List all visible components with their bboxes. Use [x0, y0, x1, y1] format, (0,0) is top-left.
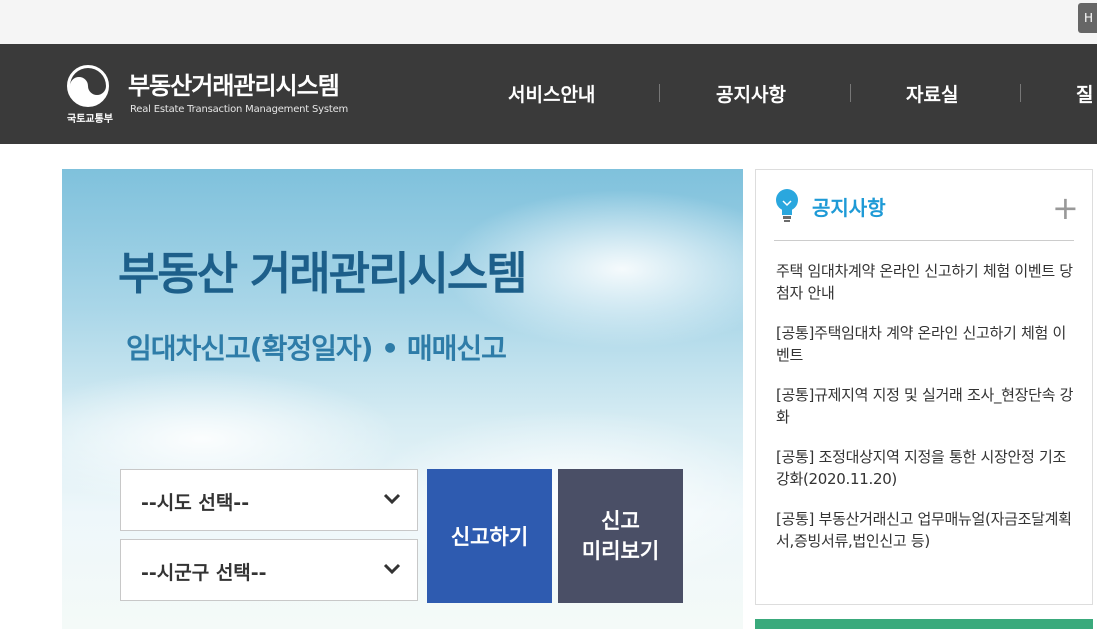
- nav-divider: [659, 84, 660, 102]
- nav-archive[interactable]: 자료실: [906, 80, 958, 107]
- chevron-down-icon: [383, 493, 401, 505]
- nav-notice[interactable]: 공지사항: [716, 80, 786, 107]
- notice-item[interactable]: [공통] 부동산거래신고 업무매뉴얼(자금조달계획서,증빙서류,법인신고 등): [776, 508, 1076, 552]
- hero-banner: 부동산 거래관리시스템 임대차신고(확정일자) • 매매신고 --시도 선택--…: [62, 169, 743, 629]
- nav-faq[interactable]: 질: [1076, 80, 1093, 107]
- notice-item[interactable]: [공통]주택임대차 계약 온라인 신고하기 체험 이벤트: [776, 322, 1076, 366]
- report-preview-button[interactable]: 신고 미리보기: [558, 469, 683, 603]
- report-preview-label-line1: 신고: [601, 509, 640, 533]
- report-button[interactable]: 신고하기: [427, 469, 552, 603]
- hero-subtitle: 임대차신고(확정일자) • 매매신고: [126, 332, 507, 365]
- top-utility-button[interactable]: H: [1078, 3, 1097, 33]
- notice-list: 주택 임대차계약 온라인 신고하기 체험 이벤트 당첨자 안내 [공통]주택임대…: [776, 260, 1076, 570]
- sigungu-select-value: --시군구 선택--: [141, 562, 267, 584]
- notice-item[interactable]: [공통]규제지역 지정 및 실거래 조사_현장단속 강화: [776, 384, 1076, 428]
- bottom-green-panel[interactable]: [755, 619, 1093, 629]
- sido-select-value: --시도 선택--: [141, 492, 250, 514]
- notice-item[interactable]: [공통] 조정대상지역 지정을 통한 시장안정 기조 강화(2020.11.20…: [776, 446, 1076, 490]
- nav-divider: [850, 84, 851, 102]
- nav-divider: [1020, 84, 1021, 102]
- site-header: 국토교통부 부동산거래관리시스템 Real Estate Transaction…: [0, 44, 1097, 144]
- chevron-down-icon: [383, 563, 401, 575]
- cloud-decoration: [362, 409, 743, 589]
- top-utility-bar: H: [0, 0, 1097, 44]
- nav-service-guide[interactable]: 서비스안내: [508, 80, 595, 107]
- government-emblem-icon: [67, 65, 109, 107]
- sido-select[interactable]: --시도 선택--: [120, 469, 418, 531]
- site-subtitle: Real Estate Transaction Management Syste…: [130, 104, 349, 115]
- ministry-name: 국토교통부: [67, 114, 113, 125]
- notice-header: 공지사항 +: [774, 188, 1079, 241]
- notice-panel: 공지사항 + 주택 임대차계약 온라인 신고하기 체험 이벤트 당첨자 안내 […: [755, 169, 1093, 605]
- lightbulb-icon: [776, 189, 798, 222]
- plus-icon[interactable]: +: [1052, 192, 1079, 224]
- site-title: 부동산거래관리시스템: [128, 72, 340, 100]
- notice-title: 공지사항: [812, 196, 886, 220]
- report-preview-label-line2: 미리보기: [581, 539, 660, 563]
- notice-item[interactable]: 주택 임대차계약 온라인 신고하기 체험 이벤트 당첨자 안내: [776, 260, 1076, 304]
- site-logo[interactable]: 국토교통부 부동산거래관리시스템 Real Estate Transaction…: [58, 62, 378, 126]
- hero-title: 부동산 거래관리시스템: [118, 247, 528, 300]
- sigungu-select[interactable]: --시군구 선택--: [120, 539, 418, 601]
